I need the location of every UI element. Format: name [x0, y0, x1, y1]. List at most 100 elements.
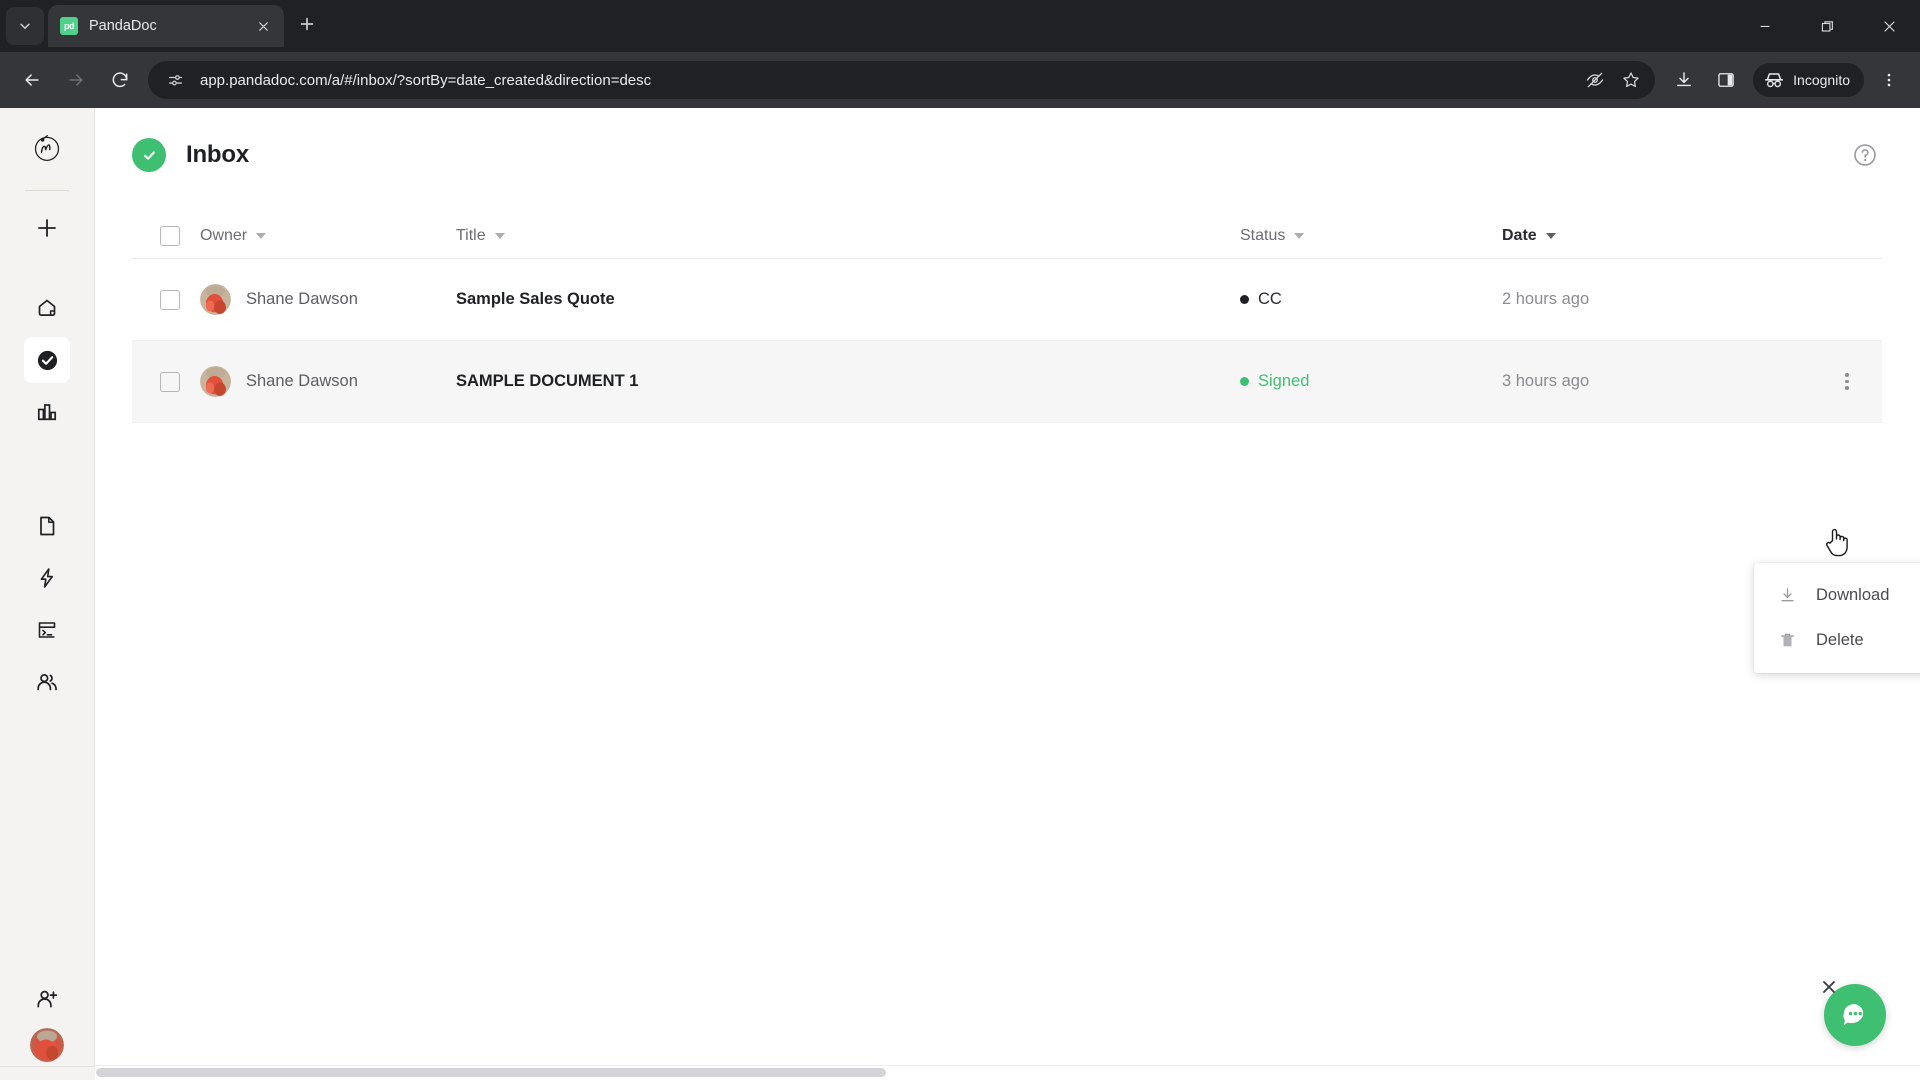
star-icon — [1623, 72, 1639, 88]
new-tab-button[interactable] — [290, 7, 324, 41]
row-actions-cell — [1812, 369, 1882, 395]
sidebar-user-avatar[interactable] — [30, 1028, 64, 1062]
back-button[interactable] — [12, 60, 52, 100]
page-title: Inbox — [186, 141, 249, 168]
row-status-cell: CC — [1240, 290, 1502, 309]
owner-name: Shane Dawson — [246, 290, 358, 308]
tab-title: PandaDoc — [89, 18, 157, 34]
context-menu-item-delete[interactable]: Delete — [1754, 618, 1920, 663]
avatar — [200, 366, 231, 397]
plus-icon — [300, 17, 314, 31]
download-icon — [1776, 585, 1798, 607]
row-title-cell[interactable]: Sample Sales Quote — [456, 290, 1240, 309]
restore-icon — [1821, 20, 1833, 32]
column-header-owner-label: Owner — [200, 226, 248, 244]
context-menu-item-download[interactable]: Download — [1754, 573, 1920, 618]
tune-icon — [168, 74, 182, 85]
pandadoc-logo[interactable] — [23, 124, 71, 172]
check-circle-icon — [143, 150, 155, 160]
pandadoc-logo-icon — [34, 134, 60, 161]
tab-close-button[interactable] — [252, 15, 274, 37]
forward-button[interactable] — [56, 60, 96, 100]
main-content: Inbox Owner Title Status Date Shane Daws… — [95, 108, 1920, 1080]
side-panel-icon — [1718, 73, 1734, 87]
tab-favicon: pd — [60, 17, 78, 35]
sidebar-item-inbox[interactable] — [24, 337, 70, 383]
document-title: SAMPLE DOCUMENT 1 — [456, 372, 639, 390]
row-owner-cell: Shane Dawson — [200, 284, 456, 315]
horizontal-scrollbar-thumb[interactable] — [96, 1068, 886, 1077]
kebab-dot — [1845, 386, 1849, 390]
incognito-indicator[interactable]: Incognito — [1753, 63, 1864, 97]
address-bar[interactable]: app.pandadoc.com/a/#/inbox/?sortBy=date_… — [148, 61, 1656, 99]
browser-tab[interactable]: pd PandaDoc — [48, 5, 284, 47]
horizontal-scrollbar[interactable] — [95, 1065, 1920, 1080]
table-header-row: Owner Title Status Date — [132, 213, 1882, 259]
incognito-label: Incognito — [1793, 72, 1850, 88]
row-checkbox[interactable] — [160, 371, 180, 392]
table-row[interactable]: Shane Dawson SAMPLE DOCUMENT 1 Signed 3 … — [132, 341, 1882, 423]
inbox-table: Owner Title Status Date Shane Dawson Sam… — [132, 213, 1882, 423]
sort-caret-icon — [494, 232, 505, 239]
downloads-button[interactable] — [1665, 61, 1703, 99]
tabstrip: pd PandaDoc — [0, 0, 324, 52]
column-header-status-label: Status — [1240, 226, 1286, 244]
trash-icon — [1776, 630, 1798, 652]
side-panel-button[interactable] — [1707, 61, 1745, 99]
app-sidebar — [0, 108, 95, 1080]
document-icon — [40, 516, 55, 536]
row-checkbox[interactable] — [160, 289, 180, 310]
select-all-cell — [132, 225, 200, 246]
window-close-button[interactable] — [1858, 0, 1920, 52]
browser-titlebar: pd PandaDoc — [0, 0, 1920, 52]
column-header-date[interactable]: Date — [1502, 227, 1812, 245]
sidebar-item-reports[interactable] — [24, 389, 70, 435]
sidebar-item-create-new[interactable] — [24, 205, 70, 251]
reload-button[interactable] — [100, 60, 140, 100]
chat-widget-close-button[interactable] — [1820, 978, 1838, 996]
window-controls — [1734, 0, 1920, 52]
avatar-image — [200, 366, 231, 397]
window-minimize-button[interactable] — [1734, 0, 1796, 52]
bookmark-button[interactable] — [1615, 64, 1647, 96]
browser-window: pd PandaDoc app.pandadoc.com/a/#/inbox/?… — [0, 0, 1920, 1080]
eye-off-icon — [1587, 72, 1604, 88]
row-select-cell — [132, 371, 200, 392]
arrow-right-icon — [69, 74, 83, 86]
sidebar-item-documents[interactable] — [24, 503, 70, 549]
inbox-page-icon — [132, 138, 166, 172]
people-icon — [37, 674, 57, 691]
close-icon — [258, 21, 268, 31]
status-badge: Signed — [1240, 372, 1309, 391]
sidebar-item-quick-actions[interactable] — [24, 555, 70, 601]
tracking-protection-button[interactable] — [1579, 64, 1611, 96]
status-badge: CC — [1240, 290, 1282, 309]
status-label: CC — [1258, 290, 1282, 308]
sidebar-item-invite[interactable] — [24, 976, 70, 1022]
select-all-checkbox[interactable] — [160, 225, 180, 246]
sidebar-item-contacts[interactable] — [24, 659, 70, 705]
sort-caret-icon — [256, 232, 267, 239]
sort-caret-icon — [1294, 232, 1305, 239]
tab-search-button[interactable] — [6, 7, 44, 45]
site-settings-button[interactable] — [162, 67, 188, 93]
status-dot-icon — [1240, 295, 1249, 304]
column-header-title-label: Title — [456, 226, 486, 244]
sidebar-item-home[interactable] — [24, 285, 70, 331]
column-header-title[interactable]: Title — [456, 227, 1240, 245]
help-button[interactable] — [1850, 140, 1880, 170]
row-date-cell: 2 hours ago — [1502, 290, 1812, 309]
column-header-status[interactable]: Status — [1240, 227, 1502, 245]
row-status-cell: Signed — [1240, 372, 1502, 391]
page-viewport: Inbox Owner Title Status Date Shane Daws… — [0, 108, 1920, 1080]
window-maximize-button[interactable] — [1796, 0, 1858, 52]
column-header-owner[interactable]: Owner — [200, 227, 456, 245]
row-more-actions-button[interactable] — [1834, 369, 1860, 395]
chat-bubble-icon — [1843, 1004, 1864, 1026]
row-title-cell[interactable]: SAMPLE DOCUMENT 1 — [456, 372, 1240, 391]
browser-toolbar: app.pandadoc.com/a/#/inbox/?sortBy=date_… — [0, 52, 1920, 108]
table-row[interactable]: Shane Dawson Sample Sales Quote CC 2 hou… — [132, 259, 1882, 341]
plus-icon — [38, 219, 56, 237]
browser-menu-button[interactable] — [1870, 61, 1908, 99]
sidebar-item-forms[interactable] — [24, 607, 70, 653]
